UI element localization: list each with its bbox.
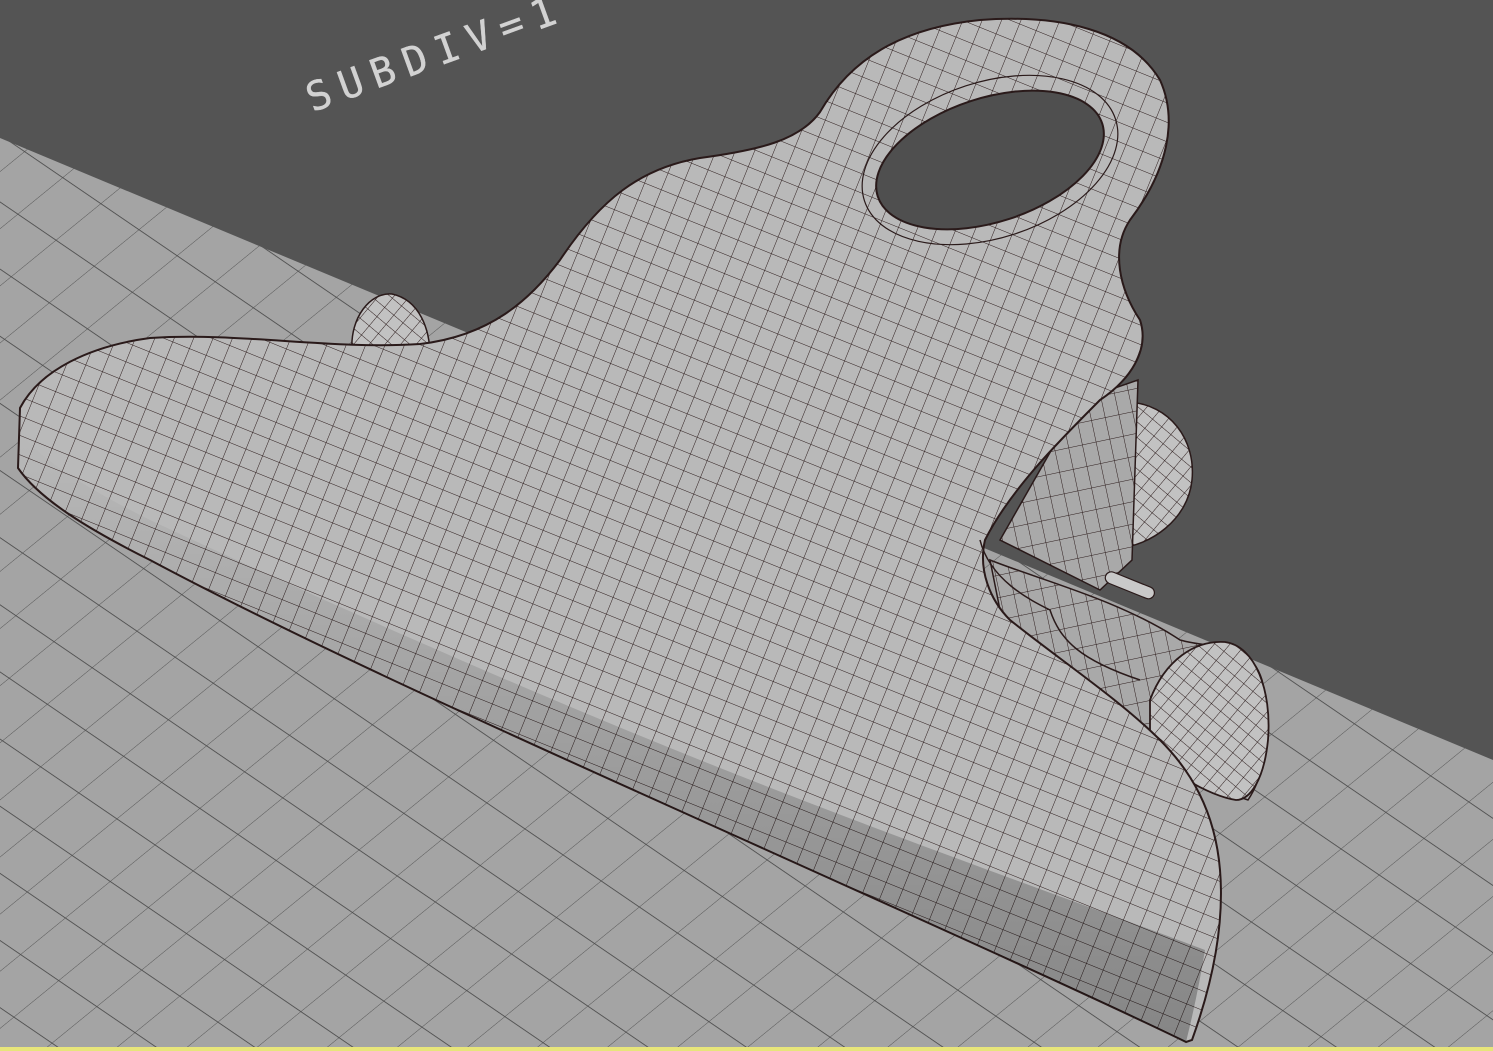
3d-viewport[interactable]: SUBDIV=1 bbox=[0, 0, 1493, 1051]
viewport-scene[interactable] bbox=[0, 0, 1493, 1051]
active-viewport-border bbox=[0, 1047, 1493, 1051]
hinge-pin bbox=[1104, 571, 1156, 600]
